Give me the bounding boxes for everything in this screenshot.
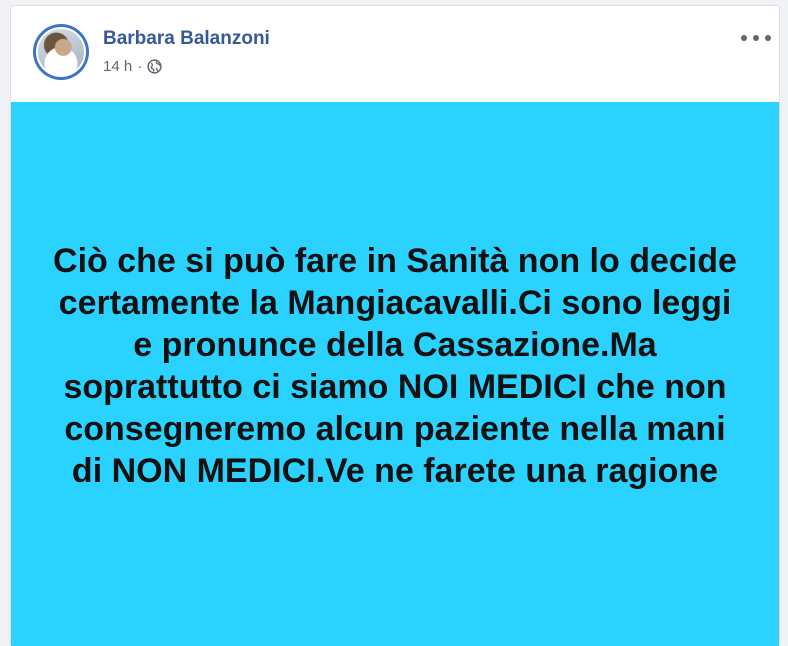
post-meta: 14 h · xyxy=(103,58,162,75)
avatar[interactable] xyxy=(33,24,89,80)
more-dot xyxy=(765,35,771,41)
more-options-icon[interactable] xyxy=(741,28,771,48)
author-name[interactable]: Barbara Balanzoni xyxy=(103,28,270,50)
post-header: Barbara Balanzoni 14 h · xyxy=(11,6,779,101)
avatar-image xyxy=(36,27,86,77)
post-background: Ciò che si può fare in Sanità non lo dec… xyxy=(11,102,779,646)
more-dot xyxy=(741,35,747,41)
globe-icon[interactable] xyxy=(147,59,162,74)
timestamp[interactable]: 14 h xyxy=(103,58,132,75)
separator-dot: · xyxy=(137,58,143,75)
post-text: Ciò che si può fare in Sanità non lo dec… xyxy=(53,242,737,490)
more-dot xyxy=(753,35,759,41)
post-card: Barbara Balanzoni 14 h · Ciò che si può … xyxy=(10,5,780,646)
